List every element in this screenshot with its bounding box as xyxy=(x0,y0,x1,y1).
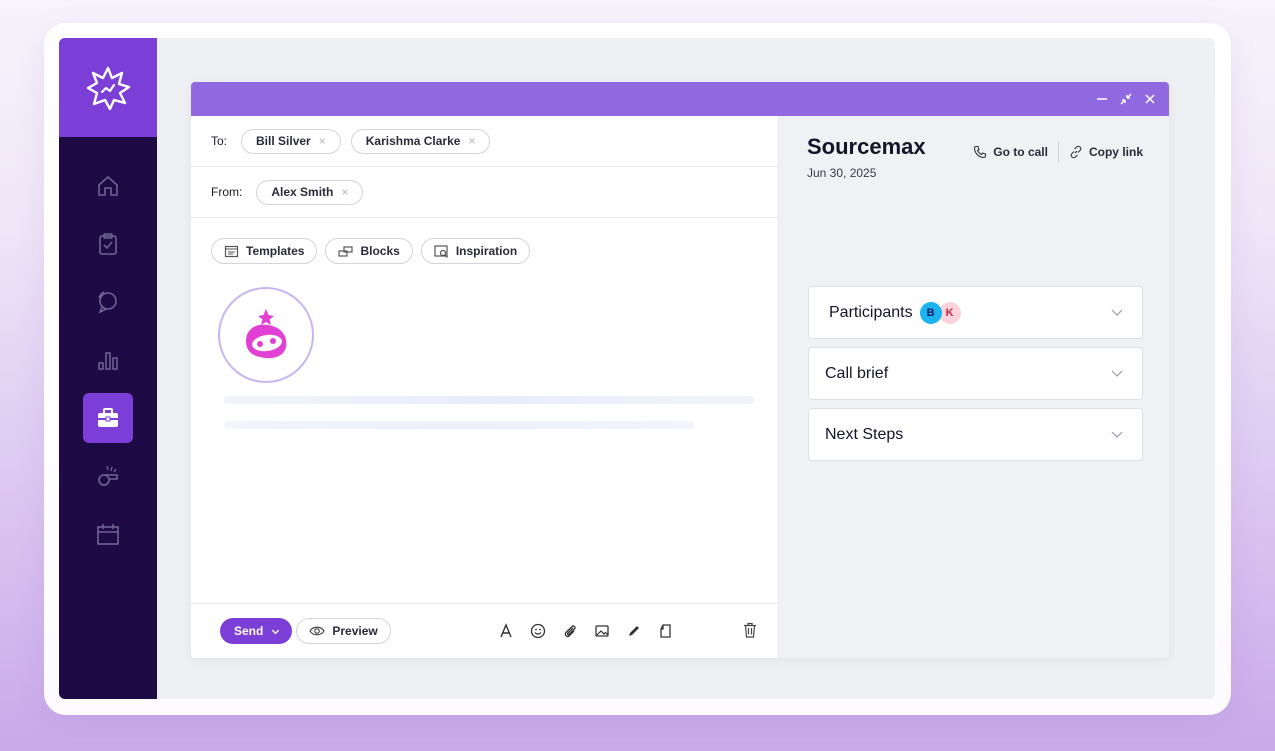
image-icon[interactable] xyxy=(592,621,612,641)
collapse-icon[interactable] xyxy=(1119,92,1133,106)
remove-sender-icon[interactable]: × xyxy=(341,185,348,199)
panel-title: Sourcemax xyxy=(807,134,926,159)
trash-icon[interactable] xyxy=(741,621,761,641)
from-label: From: xyxy=(211,185,243,199)
eye-icon xyxy=(309,626,326,636)
attachment-icon[interactable] xyxy=(560,621,580,641)
link-icon xyxy=(1070,145,1082,159)
template-icon xyxy=(224,245,239,257)
bar-chart-icon xyxy=(98,352,118,370)
to-label: To: xyxy=(211,134,228,148)
preview-label: Preview xyxy=(332,624,378,638)
compose-footer: Send Preview xyxy=(191,603,779,658)
chevron-down-icon[interactable] xyxy=(271,627,280,636)
blocks-label: Blocks xyxy=(360,244,400,258)
document-icon[interactable] xyxy=(656,621,676,641)
templates-label: Templates xyxy=(246,244,305,258)
link-divider xyxy=(1057,141,1059,163)
send-button[interactable]: Send xyxy=(220,618,293,644)
whistle-icon xyxy=(98,465,118,486)
go-to-call-link[interactable]: Go to call xyxy=(973,145,1048,159)
calendar-icon xyxy=(97,524,119,545)
templates-button[interactable]: Templates xyxy=(211,238,318,264)
emoji-icon[interactable] xyxy=(528,621,548,641)
minimize-icon[interactable] xyxy=(1095,92,1109,106)
go-to-call-label: Go to call xyxy=(993,145,1048,159)
loading-line xyxy=(224,421,694,429)
sidebar-item-tasks[interactable] xyxy=(83,219,133,269)
sidebar-item-deals[interactable] xyxy=(83,393,133,443)
call-date: Jun 30, 2025 xyxy=(807,166,877,180)
close-icon[interactable] xyxy=(1143,92,1157,106)
panel-links: Go to call Copy link xyxy=(973,141,1143,163)
loading-line xyxy=(224,396,754,404)
remove-recipient-icon[interactable]: × xyxy=(319,134,326,148)
sender-chip[interactable]: Alex Smith × xyxy=(256,179,364,205)
from-row: From: Alex Smith × xyxy=(191,167,778,218)
sidebar-item-home[interactable] xyxy=(83,161,133,211)
email-compose-window: To: Bill Silver × Karishma Clarke × From… xyxy=(191,82,1169,658)
ai-assistant-avatar xyxy=(218,287,314,383)
chevron-down-icon[interactable] xyxy=(1110,427,1124,441)
participant-avatars: B K xyxy=(919,301,961,324)
sidebar-item-conversations[interactable] xyxy=(83,277,133,327)
to-row: To: Bill Silver × Karishma Clarke × xyxy=(191,116,778,167)
call-brief-label: Call brief xyxy=(825,364,889,382)
sidebar-item-analytics[interactable] xyxy=(83,335,133,385)
home-icon xyxy=(98,176,118,196)
inspiration-search-icon xyxy=(434,244,448,258)
participants-section[interactable]: Participants B K xyxy=(808,286,1143,339)
chevron-down-icon[interactable] xyxy=(1110,366,1124,380)
phone-icon xyxy=(974,145,987,159)
recipient-name: Bill Silver xyxy=(256,134,311,148)
pen-icon[interactable] xyxy=(624,621,644,641)
blocks-icon xyxy=(338,245,354,257)
chevron-down-icon[interactable] xyxy=(1110,305,1124,319)
chat-bubbles-icon xyxy=(98,291,117,314)
send-label: Send xyxy=(234,624,264,638)
sidebar xyxy=(59,38,157,699)
recipient-chip[interactable]: Karishma Clarke × xyxy=(350,128,491,154)
call-details-panel: Sourcemax Jun 30, 2025 Go to call Copy l… xyxy=(779,116,1169,658)
sender-name: Alex Smith xyxy=(271,185,334,199)
copy-link-button[interactable]: Copy link xyxy=(1069,145,1143,159)
robot-icon xyxy=(246,309,287,359)
window-titlebar xyxy=(191,82,1169,116)
avatar[interactable]: K xyxy=(938,301,961,324)
starburst-logo-icon xyxy=(86,66,131,110)
sidebar-nav xyxy=(59,137,157,563)
participants-label: Participants xyxy=(829,303,913,321)
briefcase-icon xyxy=(98,408,118,427)
blocks-button[interactable]: Blocks xyxy=(325,238,413,264)
logo[interactable] xyxy=(59,38,157,137)
sidebar-item-coaching[interactable] xyxy=(83,451,133,501)
next-steps-label: Next Steps xyxy=(825,425,904,443)
text-format-icon[interactable] xyxy=(496,621,516,641)
format-toolbar xyxy=(496,621,676,641)
call-brief-section[interactable]: Call brief xyxy=(808,347,1143,400)
sidebar-item-calendar[interactable] xyxy=(83,509,133,559)
inspiration-label: Inspiration xyxy=(455,244,518,258)
recipient-chip[interactable]: Bill Silver × xyxy=(241,128,341,154)
remove-recipient-icon[interactable]: × xyxy=(468,134,475,148)
copy-link-label: Copy link xyxy=(1088,145,1143,159)
next-steps-section[interactable]: Next Steps xyxy=(808,408,1143,461)
clipboard-check-icon xyxy=(99,233,117,255)
recipient-name: Karishma Clarke xyxy=(365,134,461,148)
compose-panel: To: Bill Silver × Karishma Clarke × From… xyxy=(191,116,779,658)
preview-button[interactable]: Preview xyxy=(296,618,391,644)
avatar[interactable]: B xyxy=(919,301,942,324)
compose-tools: Templates Blocks Inspiration xyxy=(191,218,778,264)
inspiration-button[interactable]: Inspiration xyxy=(420,238,531,264)
